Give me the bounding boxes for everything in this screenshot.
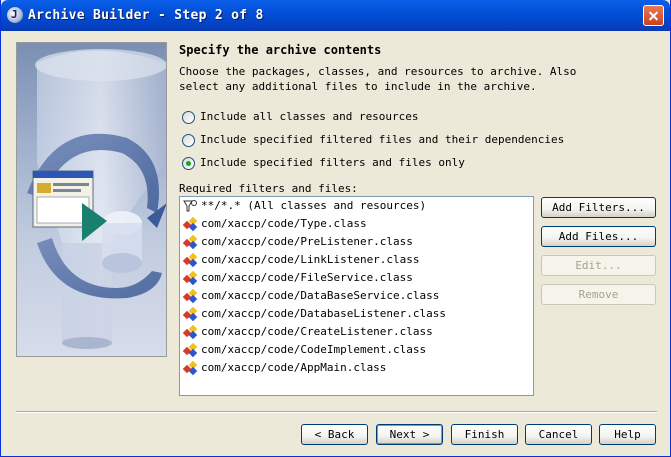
class-file-icon: [183, 271, 197, 285]
archive-builder-window: J Archive Builder - Step 2 of 8 Specify …: [0, 0, 671, 457]
list-item[interactable]: com/xaccp/code/PreListener.class: [180, 233, 533, 251]
wizard-illustration: [16, 42, 167, 357]
radio-button-checked-icon[interactable]: [182, 157, 195, 170]
list-item[interactable]: com/xaccp/code/CodeImplement.class: [180, 341, 533, 359]
class-file-icon: [183, 343, 197, 357]
class-file-icon: [183, 325, 197, 339]
list-item[interactable]: com/xaccp/code/DataBaseService.class: [180, 287, 533, 305]
page-description: Choose the packages, classes, and resour…: [179, 65, 577, 93]
class-file-icon: [183, 307, 197, 321]
class-file-icon: [183, 217, 197, 231]
next-button[interactable]: Next >: [376, 424, 443, 445]
filters-files-list[interactable]: **/*.* (All classes and resources) com/x…: [179, 196, 534, 396]
add-files-button[interactable]: Add Files...: [541, 226, 656, 247]
list-item[interactable]: com/xaccp/code/FileService.class: [180, 269, 533, 287]
cancel-button[interactable]: Cancel: [525, 424, 592, 445]
window-title: Archive Builder - Step 2 of 8: [28, 8, 264, 23]
page-heading: Specify the archive contents: [179, 43, 382, 57]
class-file-icon: [183, 361, 197, 375]
back-button[interactable]: < Back: [301, 424, 368, 445]
list-item[interactable]: com/xaccp/code/Type.class: [180, 215, 533, 233]
finish-button[interactable]: Finish: [451, 424, 518, 445]
radio-button-icon[interactable]: [182, 134, 195, 147]
radio-label[interactable]: Include specified filtered files and the…: [200, 133, 564, 146]
list-item[interactable]: com/xaccp/code/CreateListener.class: [180, 323, 533, 341]
close-button[interactable]: [643, 5, 664, 26]
radio-button-icon[interactable]: [182, 111, 195, 124]
help-button[interactable]: Help: [599, 424, 656, 445]
filter-icon: [183, 200, 197, 212]
list-item[interactable]: com/xaccp/code/DatabaseListener.class: [180, 305, 533, 323]
list-item[interactable]: **/*.* (All classes and resources): [180, 197, 533, 215]
edit-button[interactable]: Edit...: [541, 255, 656, 276]
remove-button[interactable]: Remove: [541, 284, 656, 305]
app-logo-icon[interactable]: J: [7, 7, 23, 23]
class-file-icon: [183, 253, 197, 267]
list-item[interactable]: com/xaccp/code/LinkListener.class: [180, 251, 533, 269]
list-item[interactable]: com/xaccp/code/AppMain.class: [180, 359, 533, 377]
class-file-icon: [183, 235, 197, 249]
radio-label[interactable]: Include specified filters and files only: [200, 156, 465, 169]
class-file-icon: [183, 289, 197, 303]
footer-divider: [16, 411, 657, 413]
title-bar[interactable]: J Archive Builder - Step 2 of 8: [1, 0, 670, 31]
radio-label[interactable]: Include all classes and resources: [200, 110, 419, 123]
add-filters-button[interactable]: Add Filters...: [541, 197, 656, 218]
filters-list-label: Required filters and files:: [179, 182, 358, 195]
